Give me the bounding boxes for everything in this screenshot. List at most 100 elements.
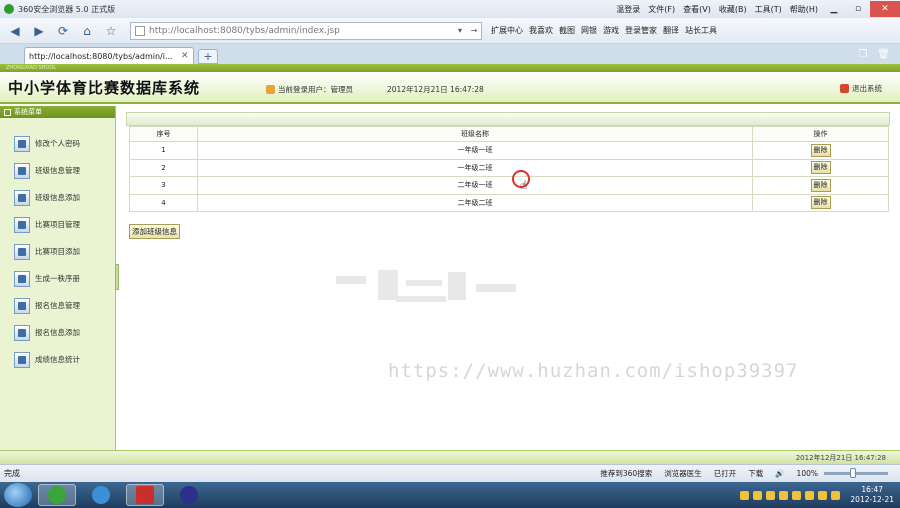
col-header-no: 序号 xyxy=(129,126,198,142)
user-card-icon xyxy=(14,243,30,260)
toolbar-extensions: 扩展中心 我喜欢 截图 网银 游戏 登录管家 翻译 站长工具 xyxy=(488,25,720,36)
logout-link[interactable]: 退出系统 xyxy=(840,83,882,94)
cell-action: 删除 xyxy=(752,141,889,160)
taskbar-360-browser[interactable] xyxy=(38,484,76,506)
browser-tabbar: http://localhost:8080/tybs/admin/i... ✕ … xyxy=(0,44,900,64)
os-taskbar: 16:47 2012-12-21 xyxy=(0,482,900,508)
opened-button[interactable]: 已打开 xyxy=(714,468,737,479)
logout-label: 退出系统 xyxy=(852,84,882,93)
menu-item-label: 报名信息添加 xyxy=(35,328,80,337)
browser-logo-icon xyxy=(4,4,14,14)
menu-tools[interactable]: 工具(T) xyxy=(755,4,782,15)
watermark-text: https://www.huzhan.com/ishop39397 xyxy=(388,360,799,382)
menu-file[interactable]: 文件(F) xyxy=(648,4,675,15)
clock-date: 2012-12-21 xyxy=(850,495,894,504)
user-card-icon xyxy=(14,135,30,152)
browser-tab[interactable]: http://localhost:8080/tybs/admin/i... ✕ xyxy=(24,47,194,64)
maximize-button[interactable]: ▫ xyxy=(846,1,870,17)
tray-icon[interactable] xyxy=(792,490,802,500)
favorite-star-button[interactable]: ☆ xyxy=(100,21,122,41)
close-tab-icon[interactable]: ✕ xyxy=(181,51,193,61)
user-card-icon xyxy=(14,297,30,314)
cell-no: 3 xyxy=(129,176,198,195)
add-class-button[interactable]: 添加班级信息 xyxy=(129,224,180,239)
cell-class-name: 二年级二班 xyxy=(197,193,753,212)
delete-button[interactable]: 删除 xyxy=(810,196,831,210)
window-layout-icon[interactable]: ❐ xyxy=(858,49,867,60)
delete-button[interactable]: 删除 xyxy=(810,178,831,192)
zoom-slider[interactable] xyxy=(824,468,888,478)
address-dropdown-icon[interactable]: ▾ xyxy=(453,26,467,35)
footer-datetime: 2012年12月21日 16:47:28 xyxy=(795,454,886,462)
top-strip: ZHONGXIAO SHOOL xyxy=(0,64,900,72)
toolbar-screenshot[interactable]: 截图 xyxy=(559,25,575,36)
cell-class-name: 一年级二班 xyxy=(197,158,753,177)
address-bar[interactable]: http://localhost:8080/tybs/admin/index.j… xyxy=(130,21,482,40)
windows-start-button[interactable] xyxy=(4,483,32,507)
user-info: 当前登录用户： 管理员 2012年12月21日 16:47:28 xyxy=(266,84,484,95)
menu-item-signup-manage[interactable]: 报名信息管理 xyxy=(0,292,115,319)
menu-item-score-stats[interactable]: 成绩信息统计 xyxy=(0,346,115,373)
toolbar-login-manager[interactable]: 登录管家 xyxy=(625,25,657,36)
taskbar-eclipse[interactable] xyxy=(170,484,208,506)
ie-icon xyxy=(92,486,110,504)
cell-action: 删除 xyxy=(752,176,889,195)
toolbar-translate[interactable]: 翻译 xyxy=(663,25,679,36)
address-url[interactable]: http://localhost:8080/tybs/admin/index.j… xyxy=(149,26,453,36)
toolbar-netbank[interactable]: 网银 xyxy=(581,25,597,36)
new-tab-button[interactable]: + xyxy=(198,49,218,64)
toolbar-like[interactable]: 我喜欢 xyxy=(529,25,553,36)
menu-item-event-manage[interactable]: 比赛项目管理 xyxy=(0,211,115,238)
tray-icon[interactable] xyxy=(753,490,763,500)
menu-item-class-manage[interactable]: 班级信息管理 xyxy=(0,157,115,184)
menu-view[interactable]: 查看(V) xyxy=(683,4,711,15)
recommend-search-button[interactable]: 推荐到360搜索 xyxy=(600,468,652,479)
user-card-icon xyxy=(14,162,30,179)
menu-favorites[interactable]: 收藏(B) xyxy=(719,4,747,15)
refresh-button[interactable]: ⟳ xyxy=(52,21,74,41)
user-card-icon xyxy=(14,270,30,287)
delete-button[interactable]: 删除 xyxy=(810,161,831,175)
hand-cursor-icon: ☝ xyxy=(520,178,528,192)
volume-icon[interactable]: 🔊 xyxy=(775,469,784,478)
tray-icon[interactable] xyxy=(818,490,828,500)
zoom-slider-knob[interactable] xyxy=(850,468,856,478)
toolbar-extension-center[interactable]: 扩展中心 xyxy=(491,25,523,36)
tray-icon[interactable] xyxy=(740,490,750,500)
menu-item-change-password[interactable]: 修改个人密码 xyxy=(0,130,115,157)
menu-item-event-add[interactable]: 比赛项目添加 xyxy=(0,238,115,265)
browser-doctor-button[interactable]: 浏览器医生 xyxy=(664,468,702,479)
system-clock[interactable]: 16:47 2012-12-21 xyxy=(850,485,894,505)
menu-item-label: 班级信息管理 xyxy=(35,166,80,175)
col-header-action: 操作 xyxy=(752,126,889,142)
tray-icon[interactable] xyxy=(766,490,776,500)
table-header-row: 序号 班级名称 操作 xyxy=(129,126,889,142)
trash-icon[interactable]: 🗑 xyxy=(877,49,890,60)
taskbar-app-red[interactable] xyxy=(126,484,164,506)
toolbar-webmaster-tools[interactable]: 站长工具 xyxy=(685,25,717,36)
current-user-label: 当前登录用户： xyxy=(278,85,331,94)
zoom-level[interactable]: 100% xyxy=(797,469,818,478)
home-button[interactable]: ⌂ xyxy=(76,21,98,41)
menu-help[interactable]: 帮助(H) xyxy=(790,4,818,15)
menu-list: 修改个人密码 班级信息管理 班级信息添加 比赛项目管理 比赛项目添加 生成一秩序… xyxy=(0,118,115,373)
tray-icon[interactable] xyxy=(779,490,789,500)
menu-collapse-handle[interactable] xyxy=(115,264,119,290)
tray-icon[interactable] xyxy=(805,490,815,500)
menu-item-generate-order[interactable]: 生成一秩序册 xyxy=(0,265,115,292)
tray-icon[interactable] xyxy=(831,490,841,500)
toolbar-games[interactable]: 游戏 xyxy=(603,25,619,36)
close-window-button[interactable]: ✕ xyxy=(870,1,900,17)
menu-item-signup-add[interactable]: 报名信息添加 xyxy=(0,319,115,346)
menu-login[interactable]: 温登录 xyxy=(616,4,640,15)
forward-button[interactable]: ▶ xyxy=(28,21,50,41)
back-button[interactable]: ◀ xyxy=(4,21,26,41)
minimize-button[interactable]: ▁ xyxy=(822,1,846,17)
download-button[interactable]: 下载 xyxy=(748,468,763,479)
taskbar-ie[interactable] xyxy=(82,484,120,506)
delete-button[interactable]: 删除 xyxy=(810,143,831,157)
app-red-icon xyxy=(136,486,154,504)
menu-item-class-add[interactable]: 班级信息添加 xyxy=(0,184,115,211)
cell-action: 删除 xyxy=(752,193,889,212)
go-icon[interactable]: → xyxy=(467,26,481,35)
